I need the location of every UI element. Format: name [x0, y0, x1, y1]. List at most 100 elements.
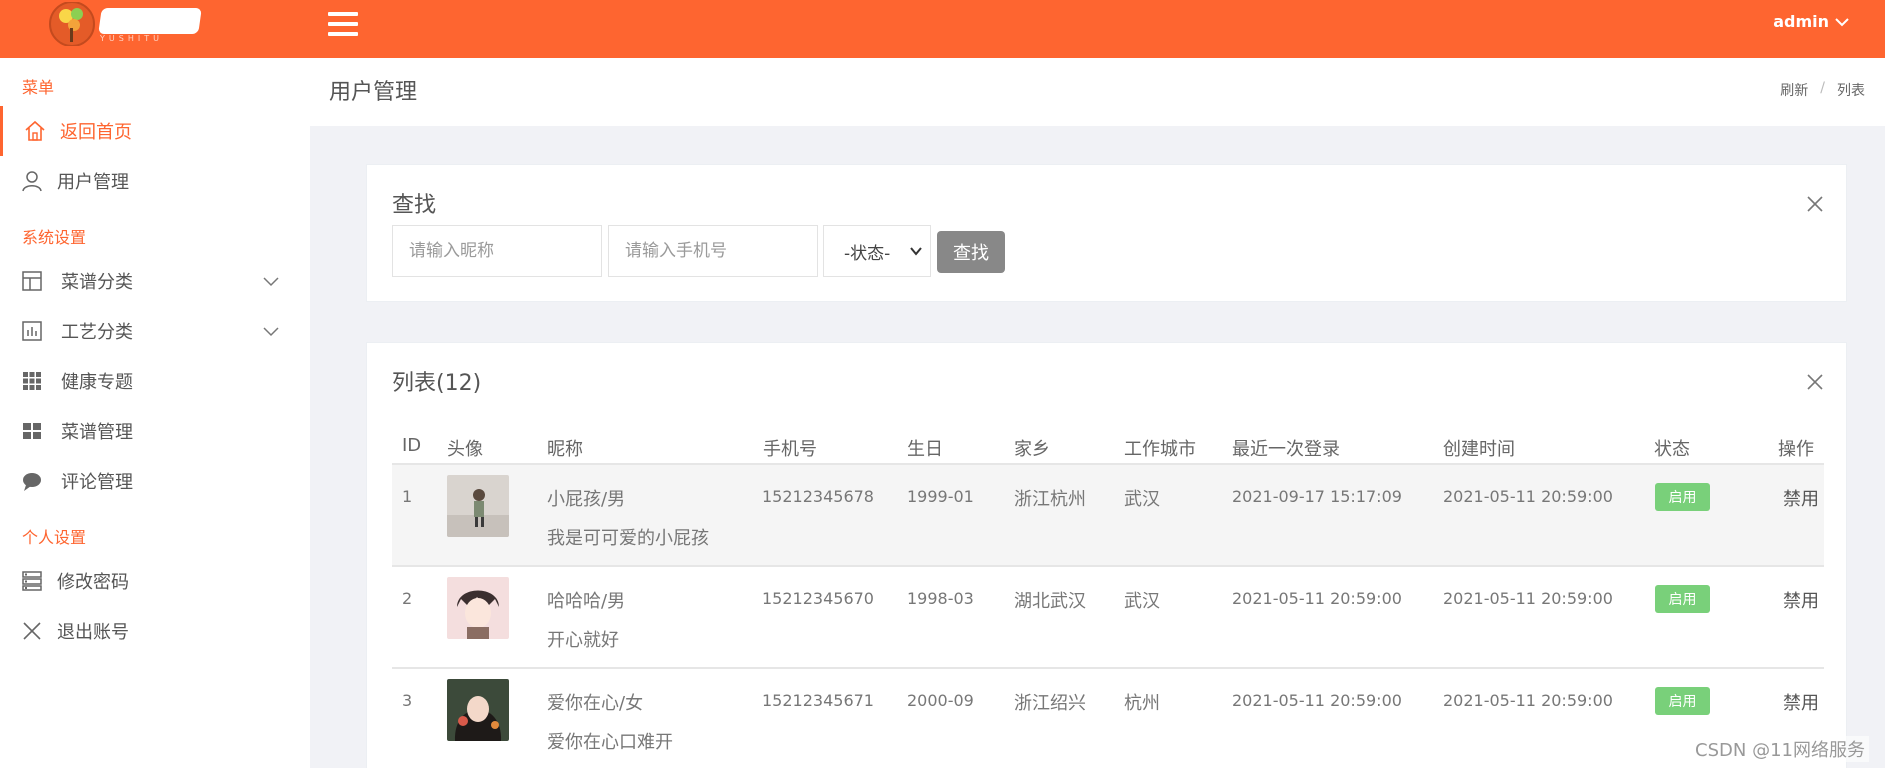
- status-select[interactable]: -状态-: [823, 225, 931, 277]
- sidebar: 菜单 返回首页 用户管理 系统设置 菜谱分类 工艺分类 健康专题 菜谱管理 评论…: [0, 58, 310, 768]
- chevron-down-icon: [263, 277, 279, 287]
- list-panel-title: 列表(12): [392, 371, 482, 396]
- close-icon[interactable]: [1806, 373, 1824, 391]
- chevron-down-icon: [1835, 17, 1849, 26]
- cell-bio: 我是可可爱的小屁孩: [547, 528, 709, 549]
- sidebar-item-users[interactable]: 用户管理: [0, 156, 310, 206]
- sidebar-item-home[interactable]: 返回首页: [0, 106, 310, 156]
- cell-hometown: 浙江杭州: [1014, 489, 1086, 510]
- column-header-status: 状态: [1654, 439, 1690, 460]
- sidebar-item-label: 返回首页: [60, 122, 132, 143]
- column-header-hometown: 家乡: [1014, 439, 1050, 460]
- cell-hometown: 湖北武汉: [1014, 591, 1086, 612]
- sidebar-section-personal: 个人设置: [22, 528, 87, 547]
- chevron-down-icon: [910, 247, 922, 256]
- layout-icon: [22, 271, 42, 291]
- table-row: 1 小屁孩/男 我是可可爱的小屁孩 15212345678 1999-01 浙江…: [392, 463, 1824, 565]
- close-icon: [23, 622, 41, 640]
- column-header-action: 操作: [1778, 439, 1814, 460]
- status-badge: 启用: [1655, 483, 1710, 511]
- disable-button[interactable]: 禁用: [1783, 587, 1819, 613]
- phone-input[interactable]: [608, 225, 818, 277]
- cell-id: 1: [402, 487, 413, 506]
- sidebar-section-system: 系统设置: [22, 228, 87, 247]
- user-name: admin: [1773, 12, 1829, 31]
- sidebar-item-recipe-category[interactable]: 菜谱分类: [0, 256, 310, 306]
- logo-text-mark: [98, 8, 202, 34]
- cell-last-login: 2021-09-17 15:17:09: [1232, 487, 1402, 506]
- breadcrumb: 刷新 / 列表: [1780, 80, 1865, 100]
- column-header-created: 创建时间: [1443, 439, 1515, 460]
- sidebar-section-menu: 菜单: [22, 78, 55, 97]
- status-badge: 启用: [1655, 687, 1710, 715]
- cell-nickname: 爱你在心/女: [547, 693, 644, 714]
- avatar: [447, 475, 509, 537]
- user-icon: [22, 171, 42, 192]
- chart-icon: [22, 321, 42, 341]
- logo-icon: [49, 2, 95, 46]
- breadcrumb-refresh[interactable]: 刷新: [1780, 80, 1808, 100]
- cell-bio: 爱你在心口难开: [547, 732, 673, 753]
- watermark: CSDN @11网络服务: [1691, 736, 1869, 762]
- cell-bio: 开心就好: [547, 630, 619, 651]
- sidebar-item-craft-category[interactable]: 工艺分类: [0, 306, 310, 356]
- cell-phone: 15212345670: [762, 589, 874, 608]
- sidebar-item-label: 退出账号: [57, 622, 129, 643]
- cell-created: 2021-05-11 20:59:00: [1443, 691, 1613, 710]
- column-header-last-login: 最近一次登录: [1232, 439, 1340, 460]
- cell-created: 2021-05-11 20:59:00: [1443, 589, 1613, 608]
- menu-toggle-icon[interactable]: [328, 12, 358, 36]
- page-header: 用户管理 刷新 / 列表: [310, 58, 1885, 126]
- search-button[interactable]: 查找: [937, 231, 1005, 273]
- sidebar-item-health-topics[interactable]: 健康专题: [0, 356, 310, 406]
- column-header-work-city: 工作城市: [1124, 439, 1196, 460]
- sidebar-item-label: 菜谱分类: [61, 272, 133, 293]
- page-title: 用户管理: [329, 80, 418, 105]
- sidebar-item-label: 用户管理: [57, 172, 129, 193]
- nickname-input[interactable]: [392, 225, 602, 277]
- sidebar-item-recipe-management[interactable]: 菜谱管理: [0, 406, 310, 456]
- cell-id: 3: [402, 691, 413, 710]
- column-header-birthday: 生日: [907, 439, 943, 460]
- sidebar-item-logout[interactable]: 退出账号: [0, 606, 310, 656]
- home-icon: [25, 120, 45, 141]
- avatar: [447, 679, 509, 741]
- column-header-phone: 手机号: [763, 439, 817, 460]
- search-panel: 查找 -状态- 查找: [366, 164, 1847, 302]
- grid-icon: [23, 372, 41, 390]
- cell-birthday: 1999-01: [907, 487, 974, 506]
- sidebar-item-comments[interactable]: 评论管理: [0, 456, 310, 506]
- column-header-id: ID: [402, 435, 422, 456]
- table-row: 3 爱你在心/女 爱你在心口难开 15212345671 2000-09 浙江绍…: [392, 667, 1824, 768]
- cell-created: 2021-05-11 20:59:00: [1443, 487, 1613, 506]
- cell-work-city: 杭州: [1124, 693, 1160, 714]
- status-select-value: -状态-: [844, 243, 891, 264]
- breadcrumb-separator: /: [1820, 80, 1825, 96]
- cell-work-city: 武汉: [1124, 489, 1160, 510]
- disable-button[interactable]: 禁用: [1783, 485, 1819, 511]
- cell-work-city: 武汉: [1124, 591, 1160, 612]
- search-panel-title: 查找: [392, 193, 437, 218]
- status-badge: 启用: [1655, 585, 1710, 613]
- sidebar-item-change-password[interactable]: 修改密码: [0, 556, 310, 606]
- avatar: [447, 577, 509, 639]
- close-icon[interactable]: [1806, 195, 1824, 213]
- cell-phone: 15212345678: [762, 487, 874, 506]
- cell-phone: 15212345671: [762, 691, 874, 710]
- sidebar-item-label: 工艺分类: [61, 322, 133, 343]
- cell-last-login: 2021-05-11 20:59:00: [1232, 589, 1402, 608]
- disable-button[interactable]: 禁用: [1783, 689, 1819, 715]
- list-panel: 列表(12) ID 头像 昵称 手机号 生日 家乡 工作城市 最近一次登录 创建…: [366, 342, 1847, 768]
- user-menu[interactable]: admin: [1773, 12, 1849, 31]
- cell-hometown: 浙江绍兴: [1014, 693, 1086, 714]
- cell-birthday: 2000-09: [907, 691, 974, 710]
- sidebar-item-label: 评论管理: [61, 472, 133, 493]
- cell-nickname: 小屁孩/男: [547, 489, 626, 510]
- logo-subtitle: YUSHITU: [100, 34, 163, 43]
- cell-last-login: 2021-05-11 20:59:00: [1232, 691, 1402, 710]
- table-row: 2 哈哈哈/男 开心就好 15212345670 1998-03 湖北武汉 武汉…: [392, 565, 1824, 667]
- breadcrumb-list: 列表: [1837, 83, 1865, 99]
- top-bar: YUSHITU admin: [0, 0, 1885, 58]
- sidebar-item-label: 修改密码: [57, 572, 129, 593]
- comment-icon: [23, 473, 41, 491]
